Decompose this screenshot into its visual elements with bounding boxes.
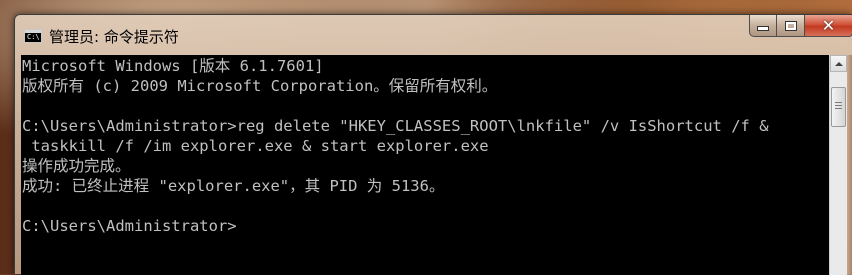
cmd-window: C:\ 管理员: 命令提示符 ✕ Microsoft Windows [版本 6… <box>14 14 852 275</box>
title-bar[interactable]: C:\ 管理员: 命令提示符 ✕ <box>15 15 852 55</box>
scroll-up-button[interactable] <box>830 55 847 72</box>
window-title: 管理员: 命令提示符 <box>49 28 179 46</box>
maximize-button[interactable] <box>776 15 804 37</box>
console-line: taskkill /f /im explorer.exe & start exp… <box>22 137 489 155</box>
close-button[interactable]: ✕ <box>804 15 852 37</box>
console-line: 版权所有 (c) 2009 Microsoft Corporation。保留所有… <box>22 77 498 95</box>
window-frame-edge <box>847 55 852 275</box>
console-output[interactable]: Microsoft Windows [版本 6.1.7601] 版权所有 (c) … <box>21 55 829 275</box>
minimize-icon <box>757 26 769 31</box>
window-controls: ✕ <box>749 15 852 37</box>
arrow-up-icon <box>834 61 843 66</box>
maximize-icon <box>784 20 797 31</box>
console-line: 操作成功完成。 <box>22 157 131 175</box>
minimize-button[interactable] <box>749 15 776 37</box>
console-line: Microsoft Windows [版本 6.1.7601] <box>22 57 324 75</box>
console-line: C:\Users\Administrator>reg delete "HKEY_… <box>22 117 769 135</box>
console-text: Microsoft Windows [版本 6.1.7601] 版权所有 (c) … <box>21 55 829 236</box>
close-icon: ✕ <box>821 15 836 35</box>
cmd-icon-text: C:\ <box>27 33 40 41</box>
scroll-thumb[interactable] <box>831 87 846 127</box>
command-prompt: C:\Users\Administrator> <box>22 217 237 235</box>
vertical-scrollbar[interactable] <box>829 55 847 275</box>
grip-icon <box>835 102 842 111</box>
console-line: 成功: 已终止进程 "explorer.exe"，其 PID 为 5136。 <box>22 177 445 195</box>
cmd-icon[interactable]: C:\ <box>24 29 42 43</box>
